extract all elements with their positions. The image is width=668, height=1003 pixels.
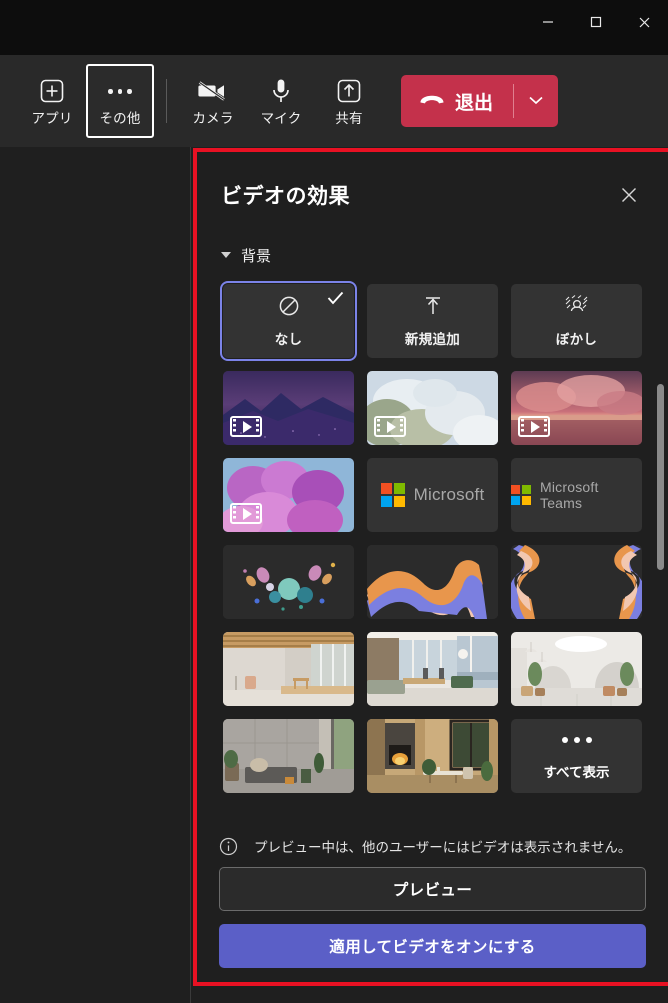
leave-options-button[interactable] xyxy=(514,75,558,127)
more-dots-icon xyxy=(561,737,592,743)
background-tile-video-clouds[interactable] xyxy=(367,371,498,445)
share-up-arrow-icon xyxy=(336,76,362,106)
blur-icon xyxy=(565,294,589,322)
minimize-button[interactable] xyxy=(524,0,572,44)
chevron-down-icon xyxy=(528,92,544,110)
camera-off-icon xyxy=(198,76,228,106)
background-tile-label: Microsoft Teams xyxy=(540,479,599,511)
background-tile-video-sunset[interactable] xyxy=(511,371,642,445)
background-section-title: 背景 xyxy=(241,247,272,265)
upload-arrow-icon xyxy=(422,295,444,322)
toolbar-button-share[interactable]: 共有 xyxy=(315,64,383,138)
preview-button[interactable]: プレビュー xyxy=(219,867,646,911)
background-tile-abstract-bubbles[interactable] xyxy=(223,545,354,619)
video-effects-panel: ビデオの効果 背景 なし 新規追加 ぼかし Microsoft Microsof… xyxy=(197,152,668,982)
thumbnail-room-window-lounge xyxy=(367,632,498,706)
video-play-badge-icon xyxy=(518,416,550,437)
backgrounds-scrollbar-thumb[interactable] xyxy=(657,384,664,570)
toolbar-label-apps: アプリ xyxy=(31,111,73,127)
panel-footer: プレビュー中は、他のユーザーにはビデオは表示されません。 プレビュー 適用してビ… xyxy=(197,825,668,982)
toolbar-button-camera[interactable]: カメラ xyxy=(179,64,247,138)
info-circle-icon xyxy=(219,837,238,856)
background-tile-blur[interactable]: ぼかし xyxy=(511,284,642,358)
backgrounds-scroll-area[interactable]: なし 新規追加 ぼかし Microsoft Microsoft Teams すべ… xyxy=(197,272,668,825)
background-tile-add-new[interactable]: 新規追加 xyxy=(367,284,498,358)
preview-notice: プレビュー中は、他のユーザーにはビデオは表示されません。 xyxy=(219,825,646,867)
video-play-badge-icon xyxy=(230,416,262,437)
video-play-badge-icon xyxy=(230,503,262,524)
panel-title: ビデオの効果 xyxy=(221,185,350,208)
toolbar-label-share: 共有 xyxy=(335,111,363,127)
thumbnail-abstract-ribbon-wave xyxy=(367,545,498,619)
selected-check-icon xyxy=(327,291,344,310)
window-title-bar xyxy=(0,0,668,55)
background-tile-abstract-ribbon-wave[interactable] xyxy=(367,545,498,619)
background-tile-room-concrete[interactable] xyxy=(223,719,354,793)
caret-down-icon xyxy=(221,252,231,258)
background-tile-none[interactable]: なし xyxy=(220,281,357,361)
leave-meeting-label: 退出 xyxy=(455,92,494,114)
background-tile-room-lounge[interactable] xyxy=(367,632,498,706)
toolbar-divider xyxy=(166,79,167,123)
meeting-toolbar: アプリ その他 カメラ マイク 共有 退出 xyxy=(0,55,668,147)
background-tile-video-flowers[interactable] xyxy=(223,458,354,532)
toolbar-label-camera: カメラ xyxy=(192,111,234,127)
microsoft-logo-icon xyxy=(511,485,531,505)
background-section-header[interactable]: 背景 xyxy=(197,238,668,272)
maximize-button[interactable] xyxy=(572,0,620,44)
stage-divider xyxy=(190,147,191,1003)
background-tile-label: ぼかし xyxy=(555,331,598,347)
close-button[interactable] xyxy=(620,0,668,44)
leave-meeting-button[interactable]: 退出 xyxy=(401,75,513,127)
background-tile-label: 新規追加 xyxy=(404,331,461,347)
thumbnail-room-concrete-sofa xyxy=(223,719,354,793)
preview-notice-text: プレビュー中は、他のユーザーにはビデオは表示されません。 xyxy=(254,840,632,855)
thumbnail-room-wood-beams xyxy=(223,632,354,706)
no-background-icon xyxy=(278,295,300,322)
toolbar-button-more[interactable]: その他 xyxy=(86,64,154,138)
thumbnail-abstract-ribbon-pair xyxy=(511,545,642,619)
background-tile-show-all[interactable]: すべて表示 xyxy=(511,719,642,793)
background-tile-video-mountain[interactable] xyxy=(223,371,354,445)
background-tile-abstract-ribbon-pair[interactable] xyxy=(511,545,642,619)
apps-plus-icon xyxy=(39,76,65,106)
video-play-badge-icon xyxy=(374,416,406,437)
thumbnail-abstract-bubbles xyxy=(223,545,354,619)
background-tile-label: すべて表示 xyxy=(543,765,610,780)
thumbnail-room-fireplace xyxy=(367,719,498,793)
thumbnail-room-white-arches xyxy=(511,632,642,706)
background-tile-microsoft[interactable]: Microsoft xyxy=(367,458,498,532)
microsoft-logo-icon xyxy=(380,483,405,507)
apply-and-turn-on-video-button[interactable]: 適用してビデオをオンにする xyxy=(219,924,646,968)
background-tile-room-wood[interactable] xyxy=(223,632,354,706)
toolbar-button-microphone[interactable]: マイク xyxy=(247,64,315,138)
close-icon xyxy=(622,188,636,202)
toolbar-label-microphone: マイク xyxy=(260,111,302,127)
panel-header: ビデオの効果 xyxy=(197,152,668,238)
background-tile-room-fireplace[interactable] xyxy=(367,719,498,793)
background-tile-room-white[interactable] xyxy=(511,632,642,706)
toolbar-button-apps[interactable]: アプリ xyxy=(18,64,86,138)
background-tile-label: なし xyxy=(274,331,303,347)
leave-meeting-group: 退出 xyxy=(401,75,559,127)
background-tile-microsoft-teams[interactable]: Microsoft Teams xyxy=(511,458,642,532)
hangup-phone-icon xyxy=(419,90,445,112)
more-dots-icon xyxy=(108,76,132,106)
panel-close-button[interactable] xyxy=(614,180,644,210)
background-tile-label: Microsoft xyxy=(413,485,485,504)
backgrounds-grid: なし 新規追加 ぼかし Microsoft Microsoft Teams すべ… xyxy=(197,281,668,793)
toolbar-label-more: その他 xyxy=(99,111,141,127)
microphone-icon xyxy=(270,76,292,106)
